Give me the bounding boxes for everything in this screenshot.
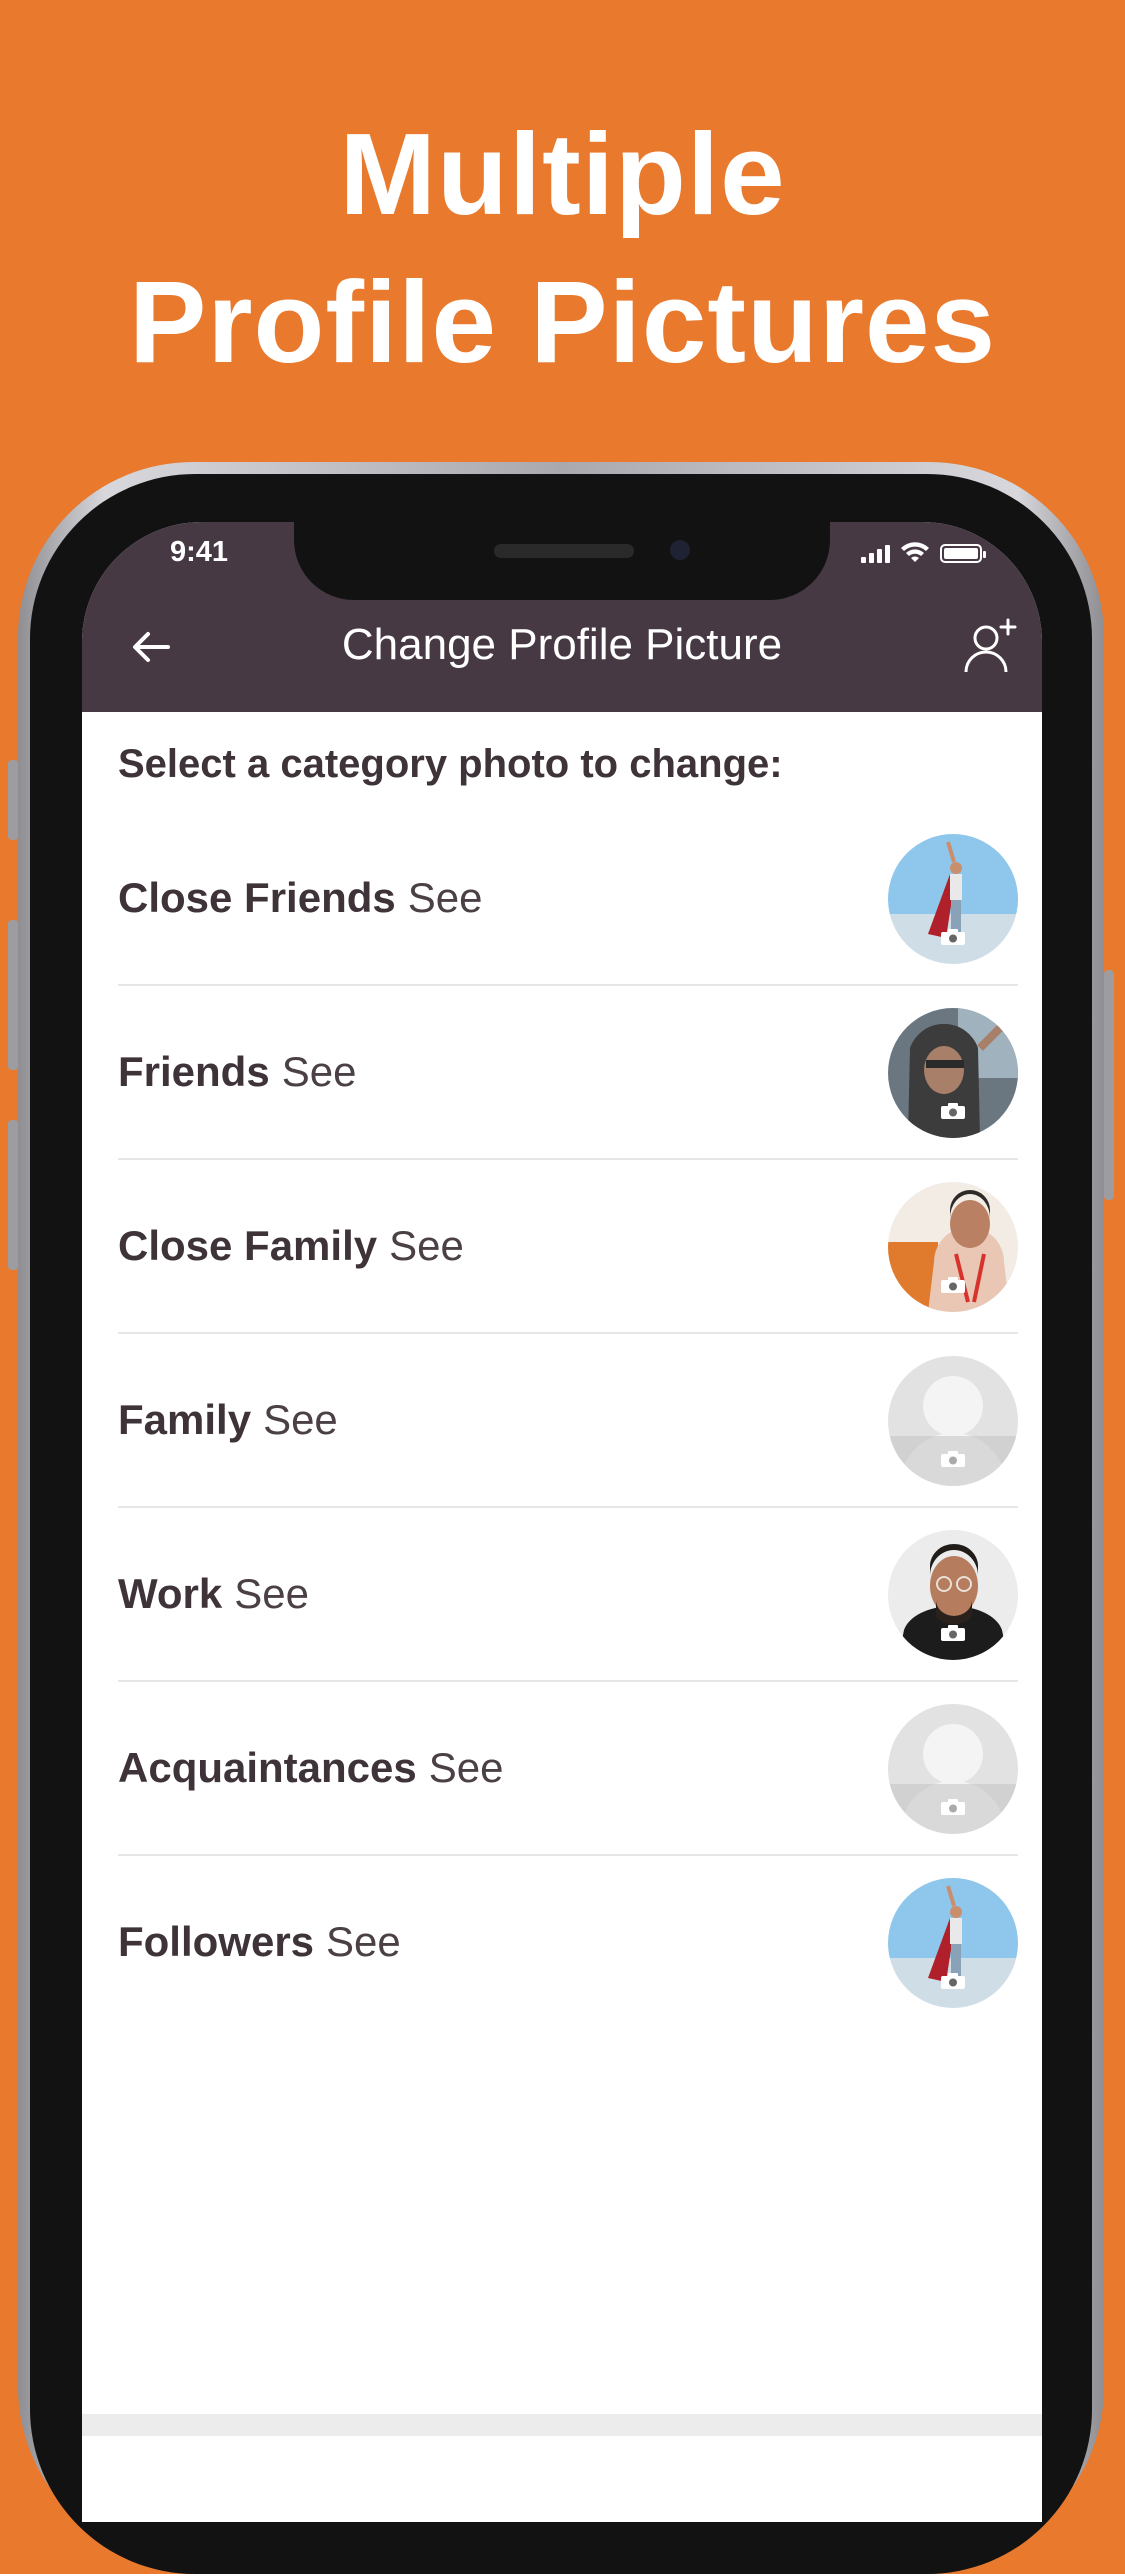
category-name: Work <box>118 1570 223 1617</box>
camera-icon <box>941 1277 965 1293</box>
status-icons <box>861 542 986 564</box>
notch <box>294 522 830 600</box>
category-name: Followers <box>118 1918 315 1965</box>
see-link[interactable]: See <box>263 1396 338 1444</box>
camera-icon <box>941 929 965 945</box>
volume-down-button <box>8 1120 18 1270</box>
section-subtitle: Select a category photo to change: <box>118 742 783 786</box>
smiling-man-photo[interactable] <box>888 1182 1018 1312</box>
camera-icon <box>941 1973 965 1989</box>
placeholder-avatar[interactable] <box>888 1356 1018 1486</box>
category-name: Friends <box>118 1048 270 1095</box>
category-row-work[interactable]: Work See <box>118 1508 1018 1682</box>
category-label: Close Family See <box>118 1160 464 1332</box>
see-link[interactable]: See <box>389 1222 464 1270</box>
category-row-family[interactable]: Family See <box>118 1334 1018 1508</box>
hood-selfie-photo[interactable] <box>888 1008 1018 1138</box>
superhero-photo[interactable] <box>888 1878 1018 2008</box>
mute-switch <box>8 760 18 840</box>
app-header: 9:41 Change Profile Picture <box>82 522 1042 712</box>
category-label: Followers See <box>118 1856 401 2028</box>
category-row-close-family[interactable]: Close Family See <box>118 1160 1018 1334</box>
category-name: Family <box>118 1396 252 1443</box>
category-label: Family See <box>118 1334 338 1506</box>
placeholder-avatar[interactable] <box>888 1704 1018 1834</box>
category-name: Acquaintances <box>118 1744 417 1791</box>
category-row-friends[interactable]: Friends See <box>118 986 1018 1160</box>
page-title: Change Profile Picture <box>341 620 783 669</box>
see-link[interactable]: See <box>326 1918 401 1966</box>
status-time: 9:41 <box>170 536 229 568</box>
see-link[interactable]: See <box>234 1570 309 1618</box>
glasses-man-photo[interactable] <box>888 1530 1018 1660</box>
see-link[interactable]: See <box>429 1744 504 1792</box>
see-link[interactable]: See <box>408 874 483 922</box>
camera-icon <box>941 1799 965 1815</box>
category-name: Close Friends <box>118 874 396 921</box>
camera-icon <box>941 1451 965 1467</box>
category-row-close-friends[interactable]: Close Friends See <box>118 812 1018 986</box>
volume-up-button <box>8 920 18 1070</box>
battery-icon <box>940 543 986 563</box>
signal-icon <box>861 543 890 563</box>
category-label: Work See <box>118 1508 309 1680</box>
add-user-icon[interactable] <box>958 614 1024 680</box>
promo-headline: Multiple Profile Pictures <box>0 100 1125 396</box>
camera-icon <box>941 1625 965 1641</box>
see-link[interactable]: See <box>282 1048 357 1096</box>
category-row-acquaintances[interactable]: Acquaintances See <box>118 1682 1018 1856</box>
headline-line-2: Profile Pictures <box>129 257 996 387</box>
category-label: Friends See <box>118 986 356 1158</box>
category-label: Acquaintances See <box>118 1682 504 1854</box>
category-row-followers[interactable]: Followers See <box>118 1856 1018 2030</box>
phone-screen: 9:41 Change Profile Picture Select a cat… <box>82 522 1042 2522</box>
camera-icon <box>941 1103 965 1119</box>
category-name: Close Family <box>118 1222 378 1269</box>
headline-line-1: Multiple <box>339 109 786 239</box>
superhero-photo[interactable] <box>888 834 1018 964</box>
bottom-strip <box>82 2414 1042 2436</box>
category-label: Close Friends See <box>118 812 482 984</box>
wifi-icon <box>901 542 929 562</box>
power-button <box>1104 970 1114 1200</box>
